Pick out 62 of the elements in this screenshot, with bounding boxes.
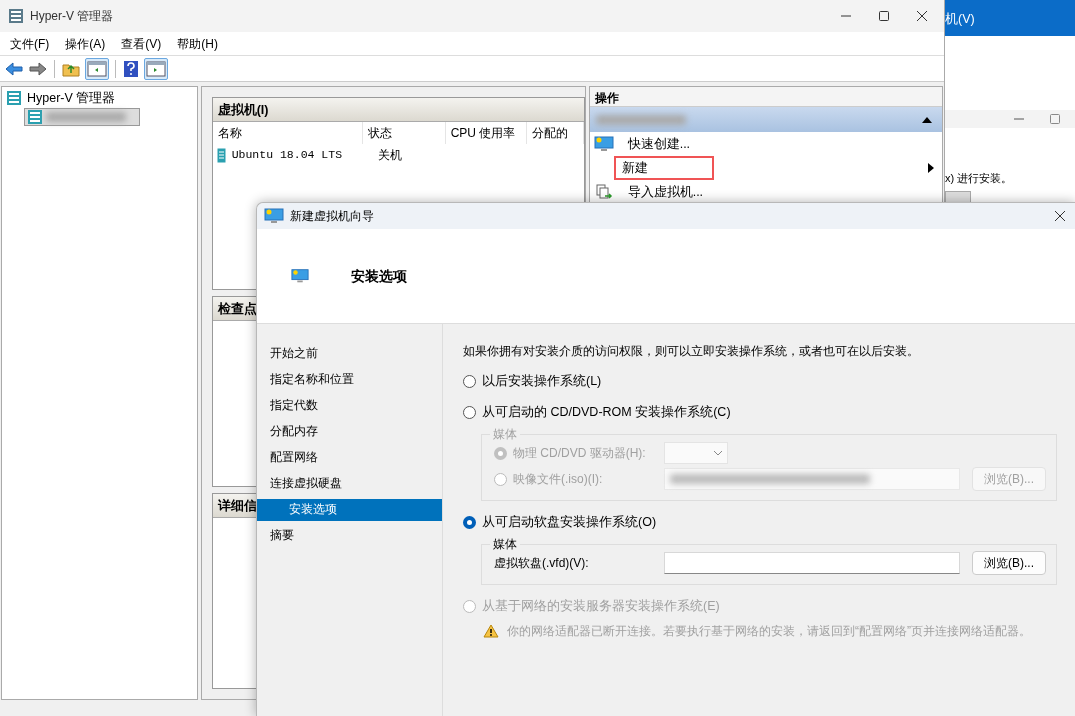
table-cell-text: Ubuntu 18.04 LTS [231,147,343,164]
menu-item[interactable]: 新建 [615,157,712,179]
intro-text: 如果你拥有对安装介质的访问权限，则可以立即安装操作系统，或者也可在以后安装。 [463,343,920,360]
window-title: 新建虚拟机向导 [290,208,374,225]
wizard-step[interactable]: 连接虚拟硬盘 [257,471,442,497]
menu-item[interactable]: 操作(A) [59,32,112,55]
input-field[interactable] [664,552,960,574]
browse-button[interactable]: 浏览(B)... [972,551,1046,575]
radio-button[interactable] [463,375,476,388]
field-label: 虚拟软盘(.vfd)(V): [494,555,590,572]
wizard-step[interactable]: 配置网络 [257,445,442,471]
collapse-icon[interactable] [922,116,932,123]
pane-toggle-button[interactable] [85,57,109,80]
server-icon [27,108,43,125]
panel-title: 虚拟机(I) [212,98,584,122]
radio-button[interactable] [463,516,476,529]
close-icon[interactable] [1054,210,1066,222]
chevron-down-icon [713,450,723,456]
submenu-arrow-icon [928,163,934,173]
radio-label[interactable]: 从可启动的 CD/DVD-ROM 安装操作系统(C) [482,403,731,422]
help-button[interactable] [122,58,140,79]
group-label: 媒体 [492,538,518,550]
page-heading: 安装选项 [351,266,407,286]
radio-label[interactable]: 以后安装操作系统(L) [482,372,602,391]
column-header[interactable]: 状态 [363,122,446,144]
warning-text: 你的网络适配器已断开连接。若要执行基于网络的安装，请返回到“配置网络”页并连接网络适配器。 [507,623,1031,640]
monitor-icon [593,136,614,152]
forward-arrow-button[interactable] [28,59,48,78]
maximize-icon[interactable] [878,10,890,22]
radio-button[interactable] [463,406,476,419]
wizard-step[interactable]: 分配内存 [257,419,442,445]
window-title: Hyper-V 管理器 [30,8,114,25]
column-header[interactable]: CPU 使用率 [445,122,527,144]
menu-item[interactable]: 快速创建... [621,133,697,155]
menu-item[interactable]: 查看(V) [115,32,168,55]
document-icon [593,184,614,200]
server-icon [8,8,24,24]
window-title: 机(V) [945,12,975,26]
warning-icon [483,624,499,638]
column-header[interactable]: 名称 [212,122,364,144]
table-cell-text: 关机 [376,147,402,164]
monitor-icon [264,208,284,224]
column-header[interactable]: 分配的 [526,122,584,144]
wizard-step[interactable]: 摘要 [257,523,442,549]
close-icon[interactable] [916,10,928,22]
monitor-icon [291,268,309,284]
menu-item[interactable]: 文件(F) [4,32,56,55]
wizard-step[interactable]: 开始之前 [257,341,442,367]
server-icon [6,90,22,107]
panel-title: 操作 [589,87,942,107]
tree-item[interactable] [24,107,140,126]
vm-icon [216,147,226,163]
wizard-step[interactable]: 指定名称和位置 [257,367,442,393]
menu-item[interactable]: 导入虚拟机... [621,181,710,203]
back-arrow-button[interactable] [4,59,24,78]
menu-item[interactable]: 帮助(H) [171,32,224,55]
group-label: 媒体 [492,428,518,440]
pane-toggle-button[interactable] [144,57,168,80]
window-text: x) 进行安装。 [945,171,1014,186]
tree-item[interactable]: Hyper-V 管理器 [27,89,116,108]
wizard-step[interactable]: 安装选项 [257,499,442,521]
wizard-step[interactable]: 指定代数 [257,393,442,419]
